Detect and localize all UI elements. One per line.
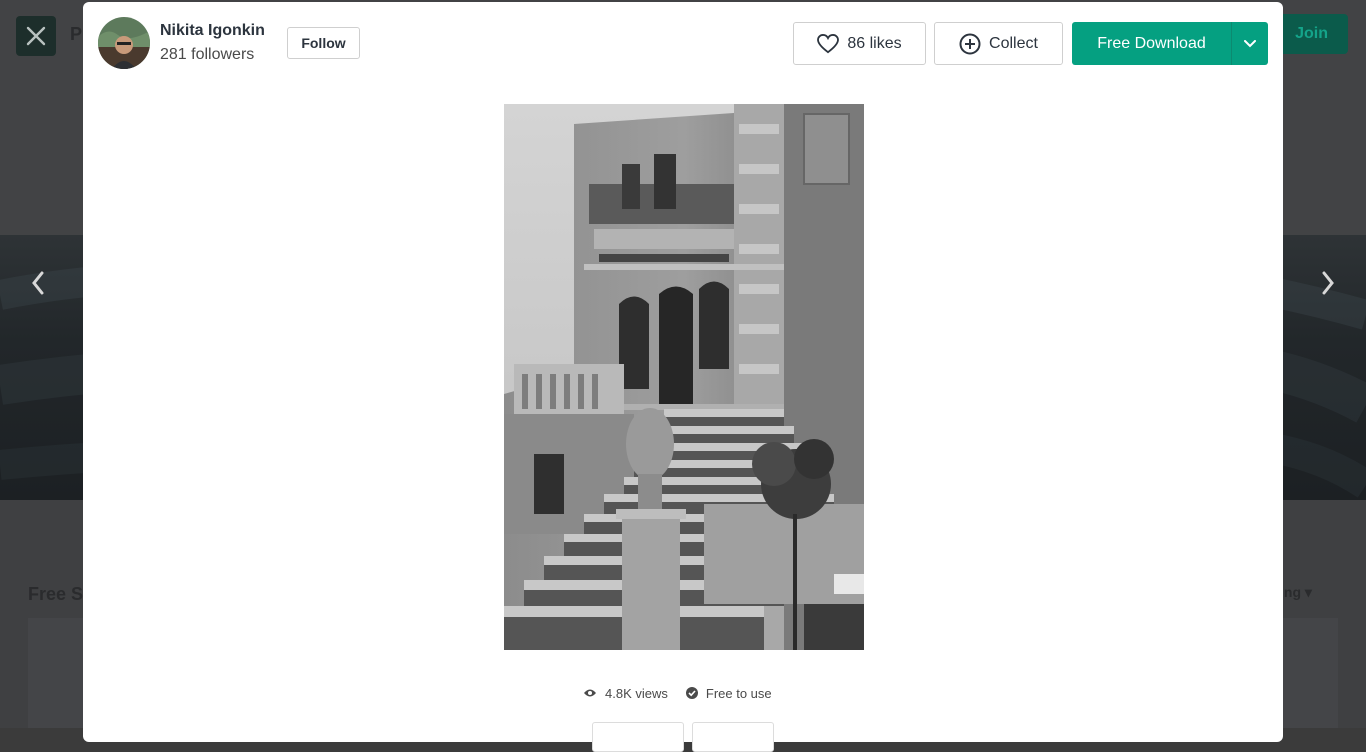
chevron-left-icon (32, 271, 44, 295)
author-followers: 281 followers (160, 46, 255, 63)
background-sort-label: ing ▾ (1280, 584, 1312, 600)
author-avatar[interactable] (98, 17, 150, 69)
license-stat: Free to use (685, 685, 772, 701)
download-options-button[interactable] (1231, 22, 1268, 65)
views-count: 4.8K views (605, 685, 668, 701)
next-photo-button[interactable] (1308, 263, 1348, 303)
background-section-title: Free S (28, 584, 84, 604)
author-name[interactable]: Nikita Igonkin (160, 22, 265, 40)
chevron-right-icon (1322, 271, 1334, 295)
collect-label: Collect (989, 34, 1038, 52)
free-download-button[interactable]: Free Download (1072, 22, 1231, 65)
follow-button[interactable]: Follow (287, 27, 360, 59)
views-stat: 4.8K views (583, 686, 668, 701)
chevron-down-icon (1244, 39, 1256, 47)
background-sort-text: ing (1280, 584, 1301, 600)
previous-photo-button[interactable] (18, 263, 58, 303)
license-label: Free to use (705, 685, 772, 701)
main-photo[interactable] (504, 104, 864, 650)
like-button[interactable]: 86 likes (793, 22, 926, 65)
close-icon (26, 26, 46, 46)
photo-modal: Nikita Igonkin 281 followers Follow 86 l… (83, 2, 1283, 752)
collect-button[interactable]: Collect (934, 22, 1063, 65)
check-circle-icon (685, 687, 698, 699)
plus-circle-icon (959, 33, 981, 54)
photo-stats: 4.8K views Free to use (583, 684, 772, 702)
eye-icon (584, 689, 596, 697)
building-photo (504, 104, 864, 650)
heart-icon (817, 33, 840, 53)
bottom-action-button[interactable] (592, 722, 684, 752)
close-button[interactable] (16, 16, 56, 56)
background-nav-label: P (70, 24, 83, 44)
avatar-image (98, 17, 150, 69)
bottom-action-button[interactable] (692, 722, 774, 752)
likes-count: 86 likes (847, 34, 902, 52)
